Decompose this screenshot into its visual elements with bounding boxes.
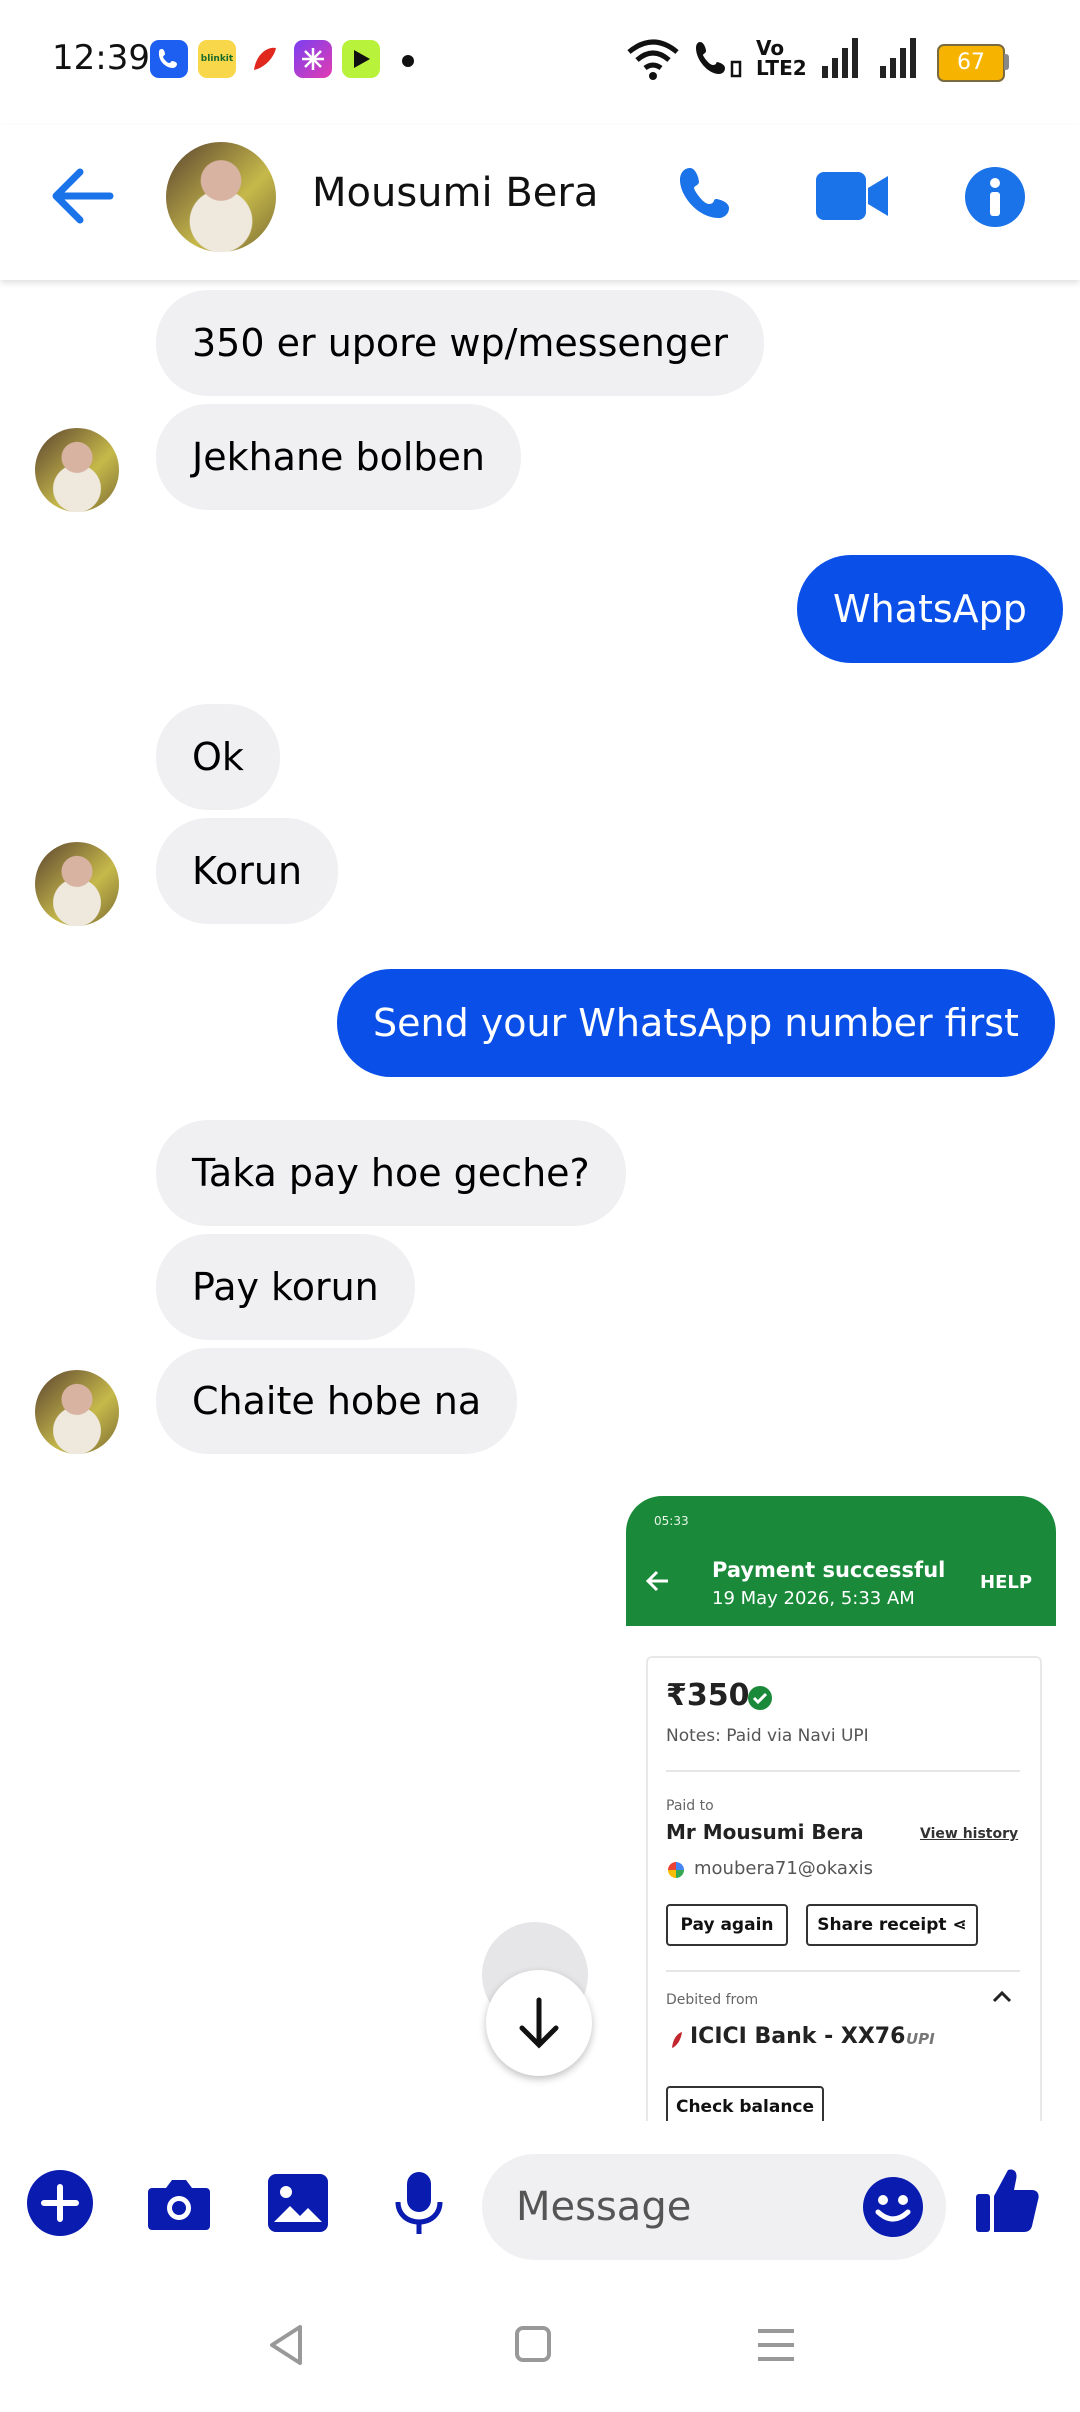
message-bubble-incoming[interactable]: 350 er upore wp/messenger	[156, 290, 764, 396]
message-bubble-incoming[interactable]: Korun	[156, 818, 339, 924]
nav-menu-icon[interactable]	[756, 2325, 796, 2369]
payment-help: HELP	[980, 1572, 1033, 1593]
status-bar: 12:39 blinkit Vo LTE2 67	[0, 0, 1080, 125]
game-icon	[342, 40, 380, 78]
message-bubble-incoming[interactable]: Chaite hobe na	[156, 1348, 518, 1454]
divider	[666, 1970, 1020, 1972]
payment-status-time: 05:33	[654, 1514, 689, 1528]
contact-avatar[interactable]	[166, 142, 276, 252]
google-pay-icon	[668, 1862, 684, 1878]
contact-name[interactable]: Mousumi Bera	[312, 170, 598, 216]
view-history-link: View history	[920, 1826, 1019, 1842]
phone-app-icon	[150, 40, 188, 78]
microphone-icon[interactable]	[392, 2170, 446, 2242]
payment-header: 05:33 Payment successful 19 May 2026, 5:…	[626, 1496, 1056, 1626]
wifi-icon	[626, 36, 680, 86]
payment-card: ₹350 Notes: Paid via Navi UPI Paid to Mr…	[646, 1656, 1042, 2121]
airtel-icon	[246, 40, 284, 78]
emoji-icon[interactable]	[862, 2176, 924, 2242]
system-nav-bar	[0, 2285, 1080, 2412]
volte-label: Vo LTE2	[756, 36, 807, 80]
nav-back-icon[interactable]	[266, 2323, 306, 2371]
info-icon[interactable]	[964, 166, 1026, 232]
message-bubble-incoming[interactable]: Ok	[156, 704, 280, 810]
paid-to-label: Paid to	[666, 1798, 714, 1814]
status-time: 12:39	[52, 38, 150, 78]
battery-tip	[1004, 54, 1009, 70]
check-balance-button: Check balance	[666, 2086, 824, 2121]
voice-call-icon[interactable]	[676, 164, 740, 232]
upi-logo: UPI	[906, 2030, 935, 2048]
success-check-icon	[748, 1686, 772, 1714]
sender-avatar[interactable]	[35, 1370, 119, 1454]
message-bubble-incoming[interactable]: Taka pay hoe geche?	[156, 1120, 626, 1226]
payment-back-icon	[645, 1570, 670, 1596]
scroll-to-bottom-button[interactable]	[486, 1970, 592, 2076]
message-bubble-outgoing[interactable]: Send your WhatsApp number first	[337, 969, 1055, 1077]
pay-again-button: Pay again	[666, 1904, 788, 1946]
sender-avatar[interactable]	[35, 842, 119, 926]
back-arrow-icon[interactable]	[50, 166, 114, 230]
payment-notes: Notes: Paid via Navi UPI	[666, 1726, 869, 1746]
payment-date: 19 May 2026, 5:33 AM	[712, 1588, 915, 1609]
battery-icon: 67	[937, 44, 1005, 82]
message-bubble-outgoing[interactable]: WhatsApp	[797, 555, 1063, 663]
payee-name: Mr Mousumi Bera	[666, 1820, 864, 1844]
blinkit-icon: blinkit	[198, 40, 236, 78]
sender-avatar[interactable]	[35, 428, 119, 512]
payment-amount: ₹350	[666, 1678, 750, 1713]
nav-home-icon[interactable]	[514, 2325, 552, 2367]
chevron-up-icon	[992, 1988, 1012, 2007]
icici-logo-icon	[668, 2030, 684, 2054]
divider	[666, 1770, 1020, 1772]
payment-title: Payment successful	[712, 1558, 946, 1582]
upi-id: moubera71@okaxis	[694, 1858, 873, 1879]
thumbs-up-icon[interactable]	[974, 2164, 1040, 2240]
signal-1-icon	[822, 38, 862, 78]
debited-from-label: Debited from	[666, 1992, 759, 2008]
composer-bar	[0, 2140, 1080, 2270]
signal-2-icon	[880, 38, 920, 78]
share-receipt-button: Share receipt ⋖	[806, 1904, 978, 1946]
video-call-icon[interactable]	[814, 170, 890, 226]
message-bubble-incoming[interactable]: Pay korun	[156, 1234, 415, 1340]
wifi-calling-icon	[694, 38, 744, 84]
message-bubble-incoming[interactable]: Jekhane bolben	[156, 404, 522, 510]
payment-screenshot-image[interactable]: 05:33 Payment successful 19 May 2026, 5:…	[626, 1496, 1056, 2121]
perplexity-icon	[294, 40, 332, 78]
camera-icon[interactable]	[146, 2176, 212, 2236]
bank-name: ICICI Bank - XX76	[690, 2024, 906, 2049]
plus-icon[interactable]	[26, 2169, 94, 2241]
notification-dot-icon	[402, 55, 414, 67]
gallery-icon[interactable]	[266, 2172, 330, 2238]
